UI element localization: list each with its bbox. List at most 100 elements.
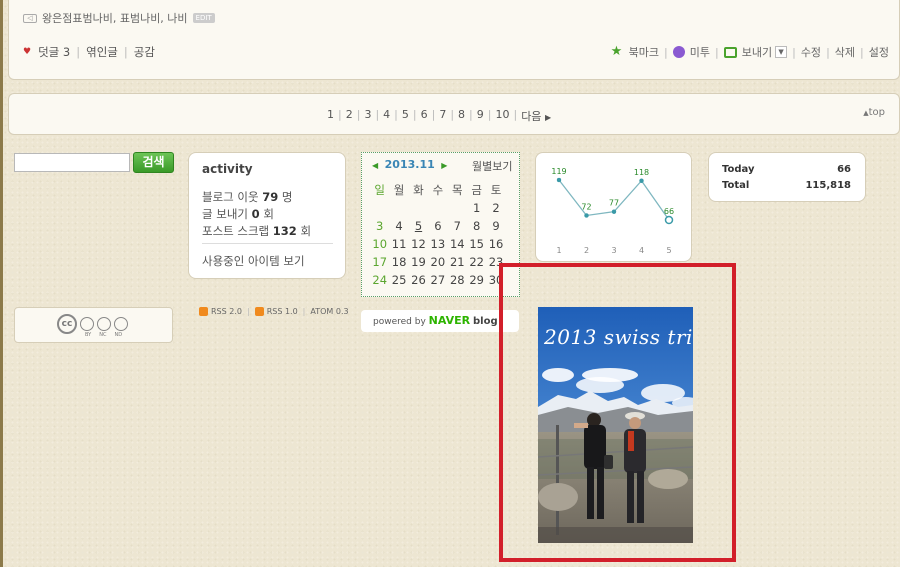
calendar-day[interactable]: 27 xyxy=(428,272,447,288)
comment-label: 덧글 xyxy=(38,45,60,59)
calendar-weekday: 목 xyxy=(451,183,463,197)
cc-nc-icon xyxy=(97,317,111,331)
calendar-day[interactable]: 28 xyxy=(448,272,467,288)
calendar-day[interactable]: 19 xyxy=(409,254,428,270)
divider: | xyxy=(826,45,830,59)
calendar-day[interactable]: 5 xyxy=(409,218,428,234)
calendar-day[interactable]: 26 xyxy=(409,272,428,288)
post-actions-left: ♥ 덧글 3 | 엮인글 | 공감 xyxy=(23,44,155,60)
next-page-button[interactable]: 다음 ▶ xyxy=(521,108,551,124)
send-dropdown-button[interactable]: ▼ xyxy=(775,46,788,58)
chart-data-label: 72 xyxy=(581,202,591,211)
calendar-day[interactable]: 20 xyxy=(428,254,447,270)
rss20-link[interactable]: RSS 2.0 xyxy=(211,307,242,316)
calendar-day[interactable]: 16 xyxy=(486,236,505,252)
settings-button[interactable]: 설정 xyxy=(869,44,889,60)
metoo-button[interactable]: 미투 xyxy=(690,44,710,60)
calendar-day[interactable]: 17 xyxy=(370,254,389,270)
top-button[interactable]: ▲top xyxy=(863,107,885,118)
total-row: Total 115,818 xyxy=(722,180,851,191)
prev-month-button[interactable]: ◀ xyxy=(372,161,378,170)
calendar-day[interactable]: 4 xyxy=(389,218,408,234)
calendar-day[interactable]: 1 xyxy=(467,200,486,216)
page-link[interactable]: 3 xyxy=(364,108,371,124)
calendar-weekday: 일 xyxy=(374,183,385,197)
powered-by-naver-badge[interactable]: powered by NAVER blog xyxy=(361,310,519,332)
calendar-grid: 일 월 화 수 목 금 토 1 2 3 4 5 6 7 8 9 10 11 12 13 14 15 16 17 18 19 20 21… xyxy=(370,182,515,288)
cc-license-badge[interactable]: cc BY NC ND xyxy=(14,307,173,343)
neighbors-unit: 명 xyxy=(281,190,293,204)
chart-data-label: 118 xyxy=(634,168,649,177)
bookmark-button[interactable]: 북마크 xyxy=(629,44,659,60)
calendar-day[interactable]: 29 xyxy=(467,272,486,288)
calendar-day[interactable]: 21 xyxy=(448,254,467,270)
page-link[interactable]: 9 xyxy=(477,108,484,124)
chart-point[interactable] xyxy=(584,213,589,218)
calendar-day[interactable]: 24 xyxy=(370,272,389,288)
send-icon xyxy=(723,46,737,58)
page-link[interactable]: 6 xyxy=(421,108,428,124)
calendar-day[interactable]: 13 xyxy=(428,236,447,252)
chart-x-tick: 3 xyxy=(611,246,616,255)
page-link[interactable]: 8 xyxy=(458,108,465,124)
cc-labels: BY NC ND xyxy=(85,332,122,338)
calendar-weekday: 화 xyxy=(413,183,424,197)
chart-point[interactable] xyxy=(556,177,562,183)
neighbors-count: 79 xyxy=(262,190,279,204)
calendar-day[interactable]: 18 xyxy=(389,254,408,270)
linked-post-button[interactable]: 엮인글 xyxy=(86,44,118,60)
tags-text[interactable]: 왕은점표범나비, 표범나비, 나비 xyxy=(42,10,188,26)
sent-count: 0 xyxy=(251,207,260,221)
page-link[interactable]: 2 xyxy=(346,108,353,124)
rss-links: RSS 2.0 | RSS 1.0 | ATOM 0.3 xyxy=(199,307,349,316)
calendar-day[interactable]: 7 xyxy=(448,218,467,234)
divider: | xyxy=(792,45,796,59)
chart-point[interactable] xyxy=(611,209,617,214)
chart-x-tick: 1 xyxy=(556,246,561,255)
calendar-day[interactable]: 9 xyxy=(486,218,505,234)
calendar-day[interactable]: 25 xyxy=(389,272,408,288)
highlight-frame xyxy=(499,263,736,562)
calendar-day[interactable]: 14 xyxy=(448,236,467,252)
page-link[interactable]: 10 xyxy=(495,108,509,124)
tag-edit-button[interactable]: EDIT xyxy=(192,13,215,23)
like-button[interactable]: 공감 xyxy=(134,44,155,60)
delete-button[interactable]: 삭제 xyxy=(835,44,855,60)
chart-point[interactable] xyxy=(639,178,644,184)
calendar-weekday: 수 xyxy=(432,183,444,197)
calendar-day[interactable]: 11 xyxy=(389,236,408,252)
neighbors-row[interactable]: 블로그 이웃 79 명 xyxy=(202,189,292,205)
page-link[interactable]: 5 xyxy=(402,108,409,124)
powered-prefix: powered by xyxy=(373,317,426,327)
calendar-day[interactable]: 6 xyxy=(428,218,447,234)
visitor-line-chart: 119 1 72 2 77 3 118 4 66 5 xyxy=(551,167,674,255)
calendar-day[interactable]: 8 xyxy=(467,218,486,234)
today-label: Today xyxy=(722,164,755,175)
chart-data-label: 77 xyxy=(609,199,619,208)
today-value: 66 xyxy=(837,164,851,175)
month-view-button[interactable]: 월별보기 xyxy=(472,158,512,174)
next-month-button[interactable]: ▶ xyxy=(441,161,447,170)
search-input[interactable] xyxy=(14,153,130,172)
calendar-day[interactable]: 3 xyxy=(370,218,389,234)
divider xyxy=(202,243,333,244)
rss10-link[interactable]: RSS 1.0 xyxy=(267,307,298,316)
page-link[interactable]: 7 xyxy=(439,108,446,124)
items-link[interactable]: 사용중인 아이템 보기 xyxy=(202,253,305,269)
page-link[interactable]: 1 xyxy=(327,108,334,124)
calendar-day[interactable]: 22 xyxy=(467,254,486,270)
calendar-day[interactable]: 15 xyxy=(467,236,486,252)
chart-point[interactable] xyxy=(664,215,674,225)
calendar-day[interactable]: 10 xyxy=(370,236,389,252)
neighbors-label: 블로그 이웃 xyxy=(202,190,259,204)
page-link[interactable]: 4 xyxy=(383,108,390,124)
search-button[interactable]: 검색 xyxy=(133,152,174,173)
calendar-day[interactable]: 2 xyxy=(486,200,505,216)
visitor-counter: Today 66 Total 115,818 xyxy=(708,152,866,202)
comment-button[interactable]: 덧글 3 xyxy=(38,44,70,60)
calendar-day[interactable]: 12 xyxy=(409,236,428,252)
send-button[interactable]: 보내기 xyxy=(742,44,772,60)
atom-link[interactable]: ATOM 0.3 xyxy=(310,307,348,316)
edit-button[interactable]: 수정 xyxy=(801,44,821,60)
metoo-icon xyxy=(672,46,685,58)
